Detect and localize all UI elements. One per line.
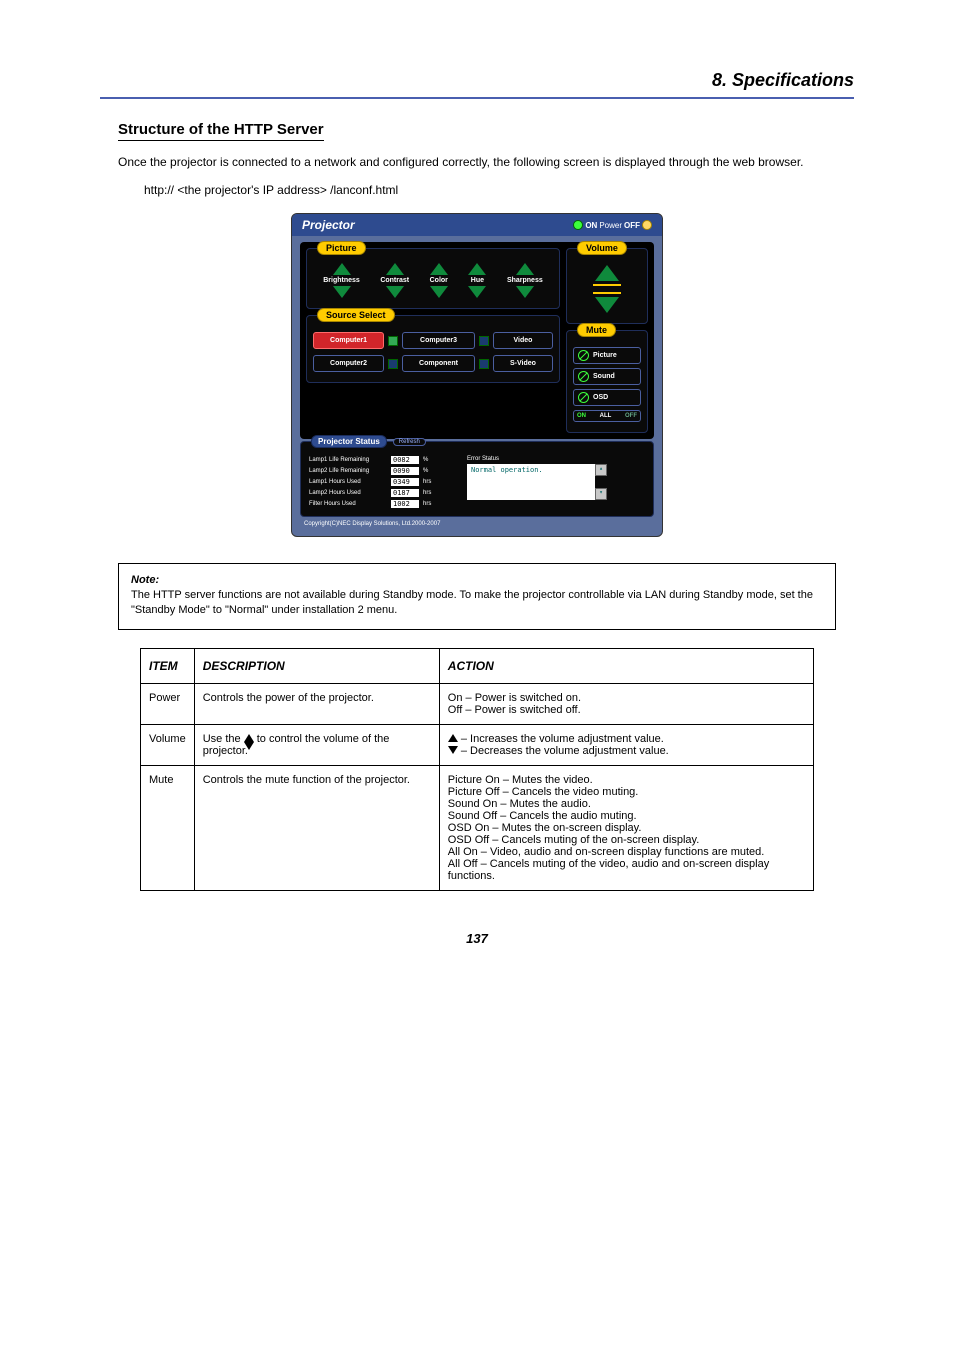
source-panel-title: Source Select <box>317 308 395 322</box>
volume-stepper[interactable] <box>573 265 641 313</box>
status-row: Lamp2 Hours Used0187hrs <box>309 489 437 497</box>
down-arrow-icon[interactable] <box>386 286 404 298</box>
table-header-row: ITEM DESCRIPTION ACTION <box>141 648 814 683</box>
down-triangle-icon <box>448 746 458 754</box>
page-number: 137 <box>100 931 854 946</box>
action-cell: On – Power is switched on. Off – Power i… <box>439 683 813 724</box>
intro-text-2: http:// <the projector's IP address> /la… <box>144 181 854 199</box>
up-arrow-icon[interactable] <box>333 263 351 275</box>
chapter-header: 8. Specifications <box>100 70 854 99</box>
status-dot-icon <box>479 336 489 346</box>
action-cell: – Increases the volume adjustment value.… <box>439 724 813 765</box>
status-dot-icon <box>388 336 398 346</box>
scroll-up-icon[interactable]: ▴ <box>595 464 607 476</box>
down-arrow-icon[interactable] <box>468 286 486 298</box>
error-status-label: Error Status <box>467 456 645 462</box>
projector-web-screenshot: Projector ON Power OFF Picture Brightnes… <box>291 213 663 537</box>
note-label: Note: <box>131 574 823 586</box>
mute-toggle-icon <box>578 392 589 403</box>
power-off-indicator <box>642 220 652 230</box>
power-on-label[interactable]: ON <box>585 221 597 230</box>
note-box: Note: The HTTP server functions are not … <box>118 563 836 630</box>
screenshot-titlebar: Projector ON Power OFF <box>292 214 662 236</box>
intro-text-1: Once the projector is connected to a net… <box>118 153 854 171</box>
power-label: Power <box>599 221 622 230</box>
status-dot-icon <box>388 359 398 369</box>
up-triangle-icon <box>244 734 254 742</box>
copyright-line: Copyright(C)NEC Display Solutions, Ltd.2… <box>304 521 650 527</box>
power-on-indicator <box>573 220 583 230</box>
mute-toggle-icon <box>578 350 589 361</box>
chapter-title: 8. Specifications <box>100 70 854 91</box>
volume-lines-icon <box>593 284 621 294</box>
refresh-button[interactable]: Refresh <box>393 438 426 446</box>
mute-all-toggle[interactable]: ON ALL OFF <box>573 410 641 422</box>
source-computer3-button[interactable]: Computer3 <box>402 332 475 349</box>
status-values: Lamp1 Life Remaining0082% Lamp2 Life Rem… <box>309 456 437 508</box>
status-row: Lamp1 Life Remaining0082% <box>309 456 437 464</box>
brightness-stepper[interactable]: Brightness <box>323 263 360 298</box>
mute-toggle-icon <box>578 371 589 382</box>
source-select-panel: Source Select Computer1 Computer3 Video … <box>306 315 560 383</box>
source-computer2-button[interactable]: Computer2 <box>313 355 384 372</box>
note-body: The HTTP server functions are not availa… <box>131 589 813 616</box>
power-off-label[interactable]: OFF <box>624 221 640 230</box>
up-arrow-icon[interactable] <box>430 263 448 275</box>
mute-osd-button[interactable]: OSD <box>573 389 641 406</box>
up-arrow-icon[interactable] <box>516 263 534 275</box>
col-item: ITEM <box>141 648 195 683</box>
up-arrow-icon[interactable] <box>386 263 404 275</box>
down-triangle-icon <box>244 742 254 750</box>
scroll-down-icon[interactable]: ▾ <box>595 488 607 500</box>
up-triangle-icon <box>448 734 458 742</box>
status-panel-title: Projector Status <box>311 435 387 448</box>
color-stepper[interactable]: Color <box>430 263 448 298</box>
section-title: Structure of the HTTP Server <box>118 121 324 141</box>
picture-panel-title: Picture <box>317 241 366 255</box>
mute-picture-button[interactable]: Picture <box>573 347 641 364</box>
source-computer1-button[interactable]: Computer1 <box>313 332 384 349</box>
down-arrow-icon[interactable] <box>333 286 351 298</box>
down-arrow-icon[interactable] <box>516 286 534 298</box>
source-video-button[interactable]: Video <box>493 332 553 349</box>
hue-stepper[interactable]: Hue <box>468 263 486 298</box>
volume-panel-title: Volume <box>577 241 627 255</box>
sharpness-stepper[interactable]: Sharpness <box>507 263 543 298</box>
down-arrow-icon[interactable] <box>430 286 448 298</box>
projector-status-panel: Projector Status Refresh Lamp1 Life Rema… <box>300 441 654 517</box>
volume-desc-cell: Use the to control the volume of the pro… <box>194 724 439 765</box>
action-cell: Picture On – Mutes the video. Picture Of… <box>439 765 813 890</box>
volume-panel: Volume <box>566 248 648 324</box>
col-action: ACTION <box>439 648 813 683</box>
picture-panel: Picture Brightness Contrast Color Hue Sh… <box>306 248 560 309</box>
col-description: DESCRIPTION <box>194 648 439 683</box>
volume-down-icon[interactable] <box>595 297 619 313</box>
status-dot-icon <box>479 359 489 369</box>
contrast-stepper[interactable]: Contrast <box>380 263 409 298</box>
mute-sound-button[interactable]: Sound <box>573 368 641 385</box>
up-arrow-icon[interactable] <box>468 263 486 275</box>
mute-panel-title: Mute <box>577 323 616 337</box>
table-row: Volume Use the to control the volume of … <box>141 724 814 765</box>
screenshot-title: Projector <box>302 218 355 232</box>
table-row: Power Controls the power of the projecto… <box>141 683 814 724</box>
controls-table: ITEM DESCRIPTION ACTION Power Controls t… <box>140 648 814 891</box>
status-row: Lamp2 Life Remaining0090% <box>309 467 437 475</box>
table-row: Mute Controls the mute function of the p… <box>141 765 814 890</box>
mute-panel: Mute Picture Sound OSD ON ALL OFF <box>566 330 648 433</box>
volume-up-icon[interactable] <box>595 265 619 281</box>
source-svideo-button[interactable]: S-Video <box>493 355 553 372</box>
source-component-button[interactable]: Component <box>402 355 475 372</box>
status-row: Filter Hours Used1002hrs <box>309 500 437 508</box>
error-status-box: Normal operation. ▴ ▾ <box>467 464 595 500</box>
status-row: Lamp1 Hours Used0349hrs <box>309 478 437 486</box>
